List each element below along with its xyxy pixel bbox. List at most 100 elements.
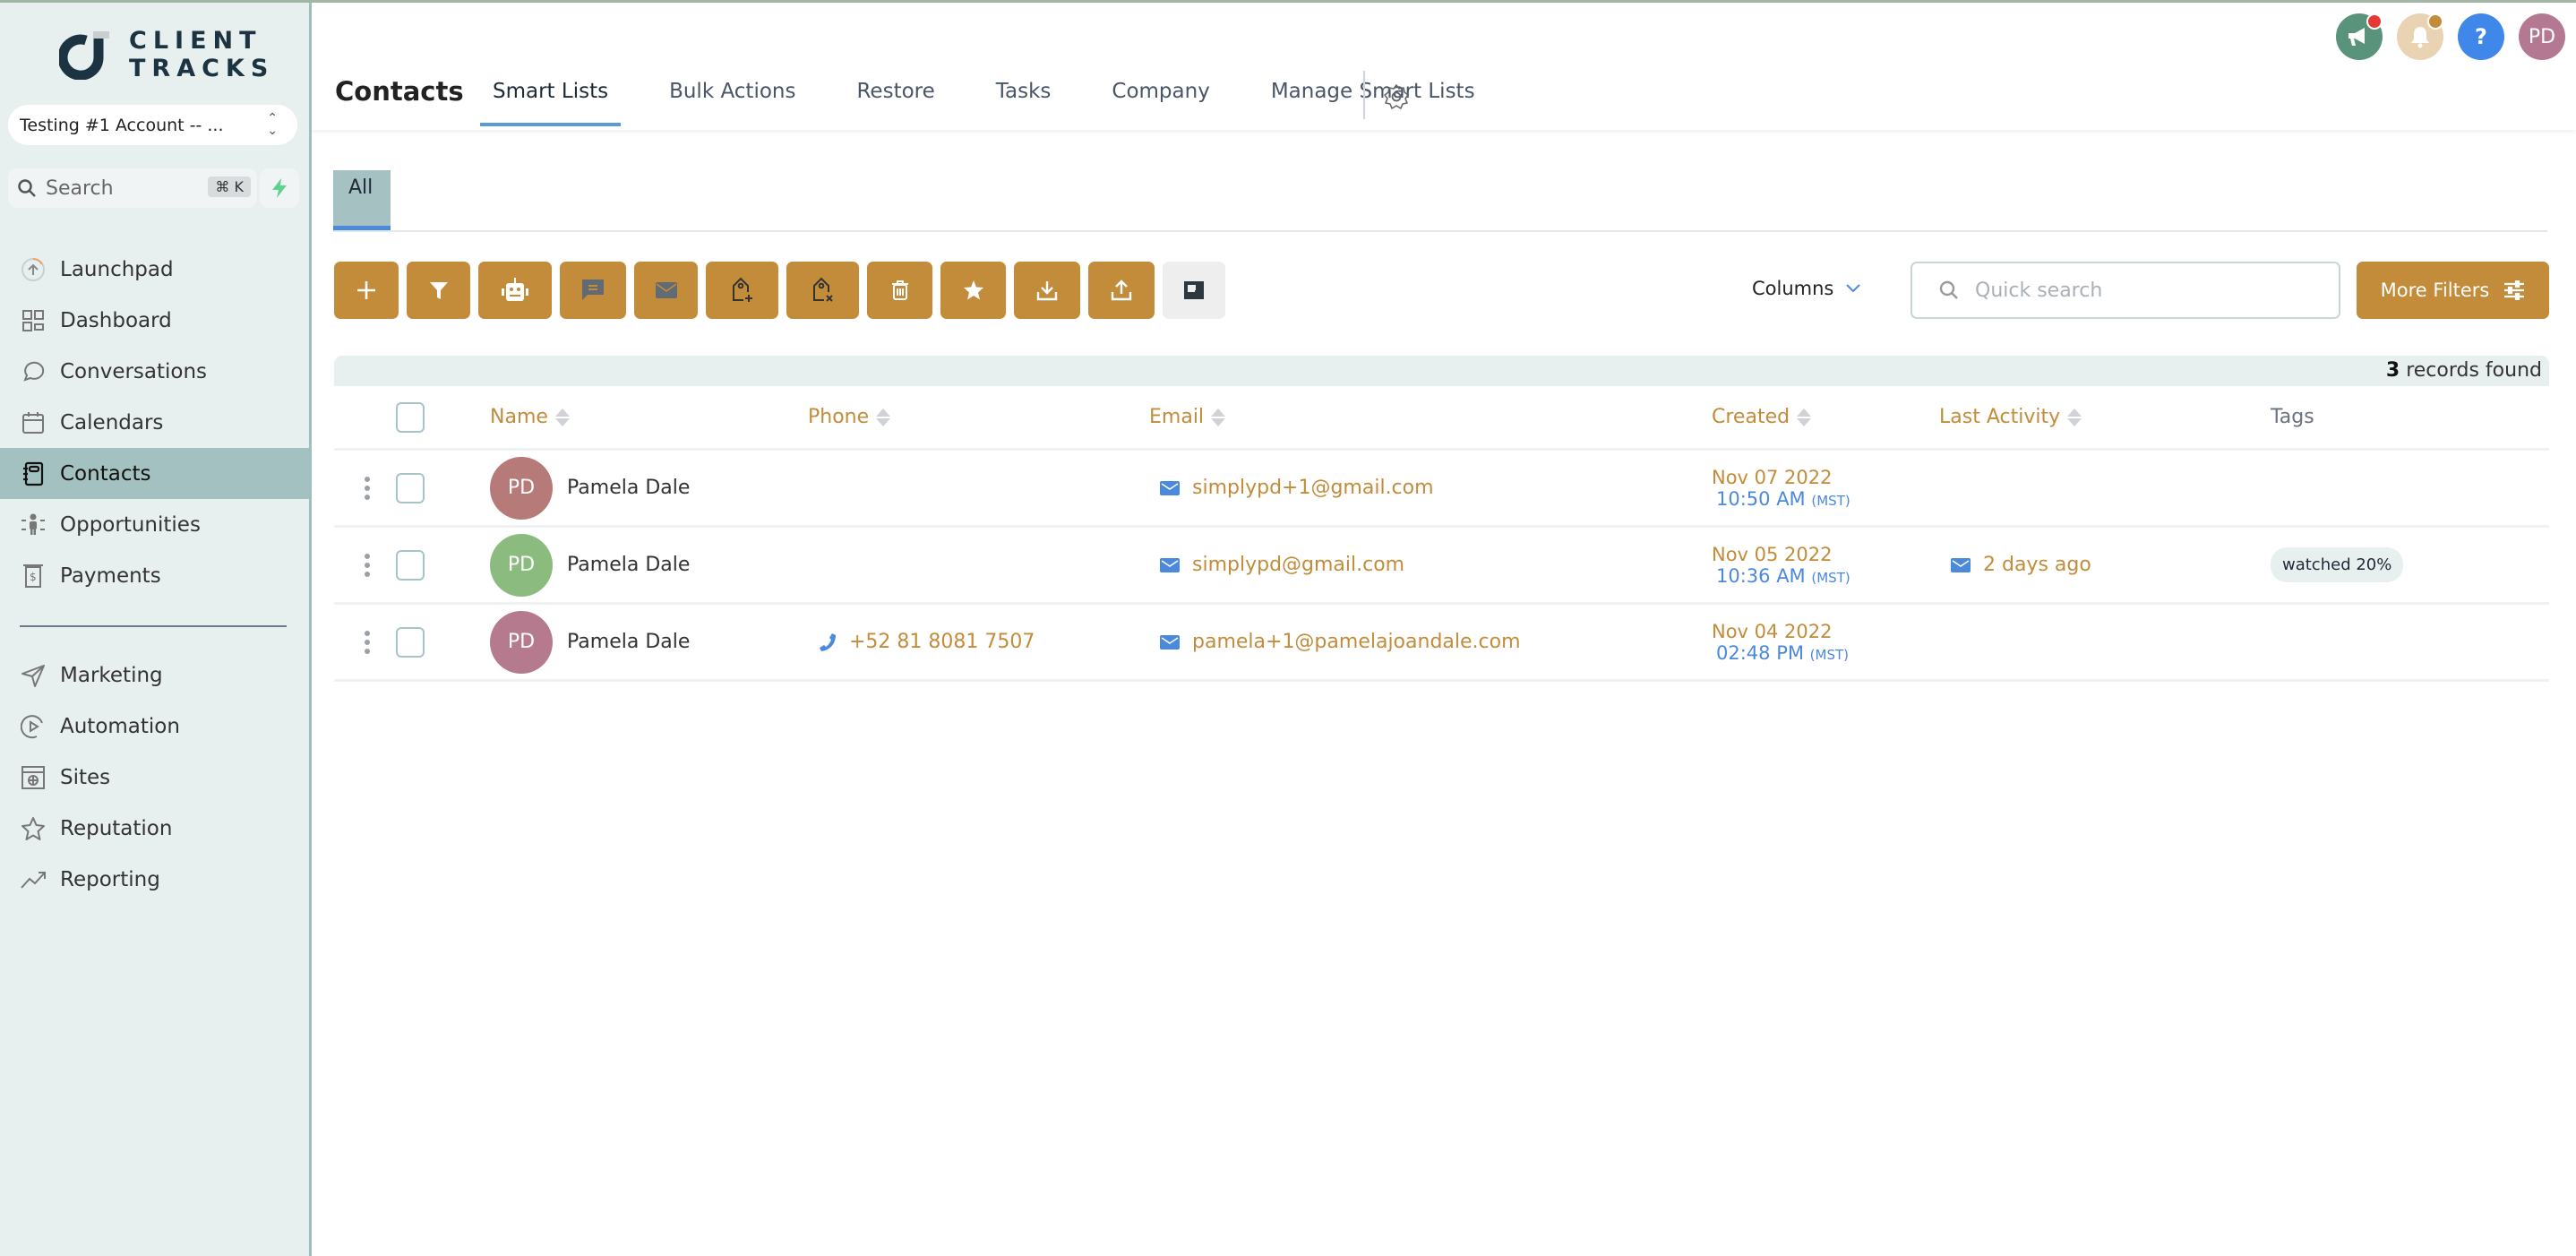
tag-add-icon [732, 277, 752, 302]
contact-name-cell[interactable]: PD Pamela Dale [490, 605, 690, 679]
sidebar-item-opportunities[interactable]: Opportunities [0, 499, 309, 550]
contact-email[interactable]: simplypd+1@gmail.com [1192, 477, 1434, 499]
export-button[interactable] [1088, 262, 1155, 319]
email-cell[interactable]: simplypd@gmail.com [1160, 528, 1404, 602]
phone-cell[interactable]: +52 81 8081 7507 [819, 605, 1035, 679]
tag-badge[interactable]: watched 20% [2271, 547, 2404, 582]
contact-email[interactable]: simplypd@gmail.com [1192, 554, 1404, 576]
row-checkbox[interactable] [396, 605, 425, 679]
last-activity: 2 days ago [1983, 554, 2091, 576]
sidebar-item-payments[interactable]: $ Payments [0, 550, 309, 601]
contacts-book-icon [20, 460, 47, 487]
phone-icon [820, 632, 836, 651]
send-sms-button[interactable] [560, 262, 626, 319]
sort-icon [1211, 408, 1226, 426]
envelope-icon [655, 282, 677, 298]
tab-smart-lists[interactable]: Smart Lists [480, 80, 622, 126]
remove-tag-button[interactable] [786, 262, 859, 319]
select-all-checkbox[interactable] [396, 386, 425, 448]
column-header-name[interactable]: Name [490, 386, 570, 448]
sidebar-item-reputation[interactable]: Reputation [0, 803, 309, 854]
send-email-button[interactable] [634, 262, 698, 319]
sidebar-item-marketing[interactable]: Marketing [0, 650, 309, 701]
notifications-button[interactable] [2397, 13, 2443, 60]
tab-tasks[interactable]: Tasks [983, 80, 1064, 103]
table-row[interactable]: PD Pamela Dale simplypd@gmail.com Nov 05… [334, 528, 2549, 605]
star-icon [20, 815, 47, 842]
help-button[interactable]: ? [2458, 13, 2504, 60]
user-avatar[interactable]: PD [2519, 13, 2565, 60]
contact-phone[interactable]: +52 81 8081 7507 [849, 631, 1035, 653]
chevron-up-down-icon: ⌃ ⌄ [267, 111, 278, 138]
sidebar-item-sites[interactable]: Sites [0, 752, 309, 803]
more-filters-button[interactable]: More Filters [2357, 262, 2549, 319]
table-row[interactable]: PD Pamela Dale +52 81 8081 7507 pamela+1… [334, 605, 2549, 682]
contact-name[interactable]: Pamela Dale [567, 477, 690, 499]
download-icon [1036, 281, 1058, 301]
quick-search-input[interactable]: Quick search [1911, 262, 2340, 319]
contact-name-cell[interactable]: PD Pamela Dale [490, 451, 690, 525]
email-cell[interactable]: pamela+1@pamelajoandale.com [1160, 605, 1521, 679]
add-tag-button[interactable] [706, 262, 778, 319]
dashboard-icon [20, 307, 47, 334]
delete-button[interactable] [867, 262, 932, 319]
sidebar-item-reporting[interactable]: Reporting [0, 854, 309, 905]
contacts-table: Name Phone Email Created Last Activity T… [334, 386, 2549, 682]
notification-dot [2427, 13, 2443, 30]
tab-manage-smart-lists[interactable]: Manage Smart Lists [1258, 80, 1488, 103]
columns-dropdown[interactable]: Columns [1752, 278, 1861, 299]
column-header-phone[interactable]: Phone [808, 386, 891, 448]
sidebar-item-calendars[interactable]: Calendars [0, 397, 309, 448]
row-actions-kebab-icon[interactable] [365, 528, 370, 602]
quick-actions-button[interactable] [260, 168, 299, 208]
chevron-down-icon [1846, 284, 1861, 293]
sort-icon [1797, 408, 1812, 426]
created-cell: Nov 07 2022 10:50 AM (MST) [1712, 451, 1850, 525]
sidebar-item-automation[interactable]: Automation [0, 701, 309, 752]
row-actions-kebab-icon[interactable] [365, 451, 370, 525]
contact-email[interactable]: pamela+1@pamelajoandale.com [1192, 631, 1521, 653]
chat-bubble-icon [20, 358, 47, 385]
sidebar-search[interactable]: Search ⌘ K [8, 168, 257, 208]
row-checkbox[interactable] [396, 528, 425, 602]
logo[interactable]: CLIENT TRACKS [57, 27, 274, 82]
email-cell[interactable]: simplypd+1@gmail.com [1160, 451, 1434, 525]
column-header-last-activity[interactable]: Last Activity [1939, 386, 2082, 448]
sidebar-item-conversations[interactable]: Conversations [0, 346, 309, 397]
contact-name[interactable]: Pamela Dale [567, 554, 690, 576]
automation-button[interactable] [478, 262, 552, 319]
settings-gear-icon[interactable] [1383, 83, 1410, 114]
megaphone-icon [2348, 28, 2365, 46]
sliders-icon [2504, 280, 2525, 300]
smart-list-tab-all[interactable]: All [333, 170, 391, 230]
row-checkbox[interactable] [396, 451, 425, 525]
account-switcher[interactable]: Testing #1 Account -- ... ⌃ ⌄ [8, 105, 297, 145]
review-request-button[interactable] [940, 262, 1006, 319]
announcements-button[interactable] [2336, 13, 2383, 60]
contact-name[interactable]: Pamela Dale [567, 631, 690, 653]
sidebar-item-contacts[interactable]: Contacts [0, 448, 309, 499]
column-header-email[interactable]: Email [1149, 386, 1226, 448]
tab-company[interactable]: Company [1099, 80, 1222, 103]
merge-button[interactable] [1163, 262, 1225, 319]
contact-name-cell[interactable]: PD Pamela Dale [490, 528, 690, 602]
table-header-row: Name Phone Email Created Last Activity T… [334, 386, 2549, 451]
sidebar-item-dashboard[interactable]: Dashboard [0, 295, 309, 346]
more-filters-label: More Filters [2380, 280, 2490, 301]
notification-dot [2366, 13, 2383, 30]
tab-restore[interactable]: Restore [844, 80, 947, 103]
avatar: PD [490, 456, 553, 520]
header-actions: ? PD [2322, 13, 2565, 60]
sidebar-item-launchpad[interactable]: Launchpad [0, 244, 309, 295]
created-date: Nov 04 2022 [1712, 620, 1833, 642]
row-actions-kebab-icon[interactable] [365, 605, 370, 679]
sidebar: CLIENT TRACKS Testing #1 Account -- ... … [0, 0, 312, 1256]
import-button[interactable] [1014, 262, 1080, 319]
column-header-created[interactable]: Created [1712, 386, 1812, 448]
filter-button[interactable] [407, 262, 470, 319]
table-row[interactable]: PD Pamela Dale simplypd+1@gmail.com Nov … [334, 451, 2549, 528]
sort-icon [876, 408, 891, 426]
add-contact-button[interactable] [334, 262, 399, 319]
tab-bulk-actions[interactable]: Bulk Actions [657, 80, 808, 103]
records-count-bar: 3 records found [334, 356, 2549, 386]
